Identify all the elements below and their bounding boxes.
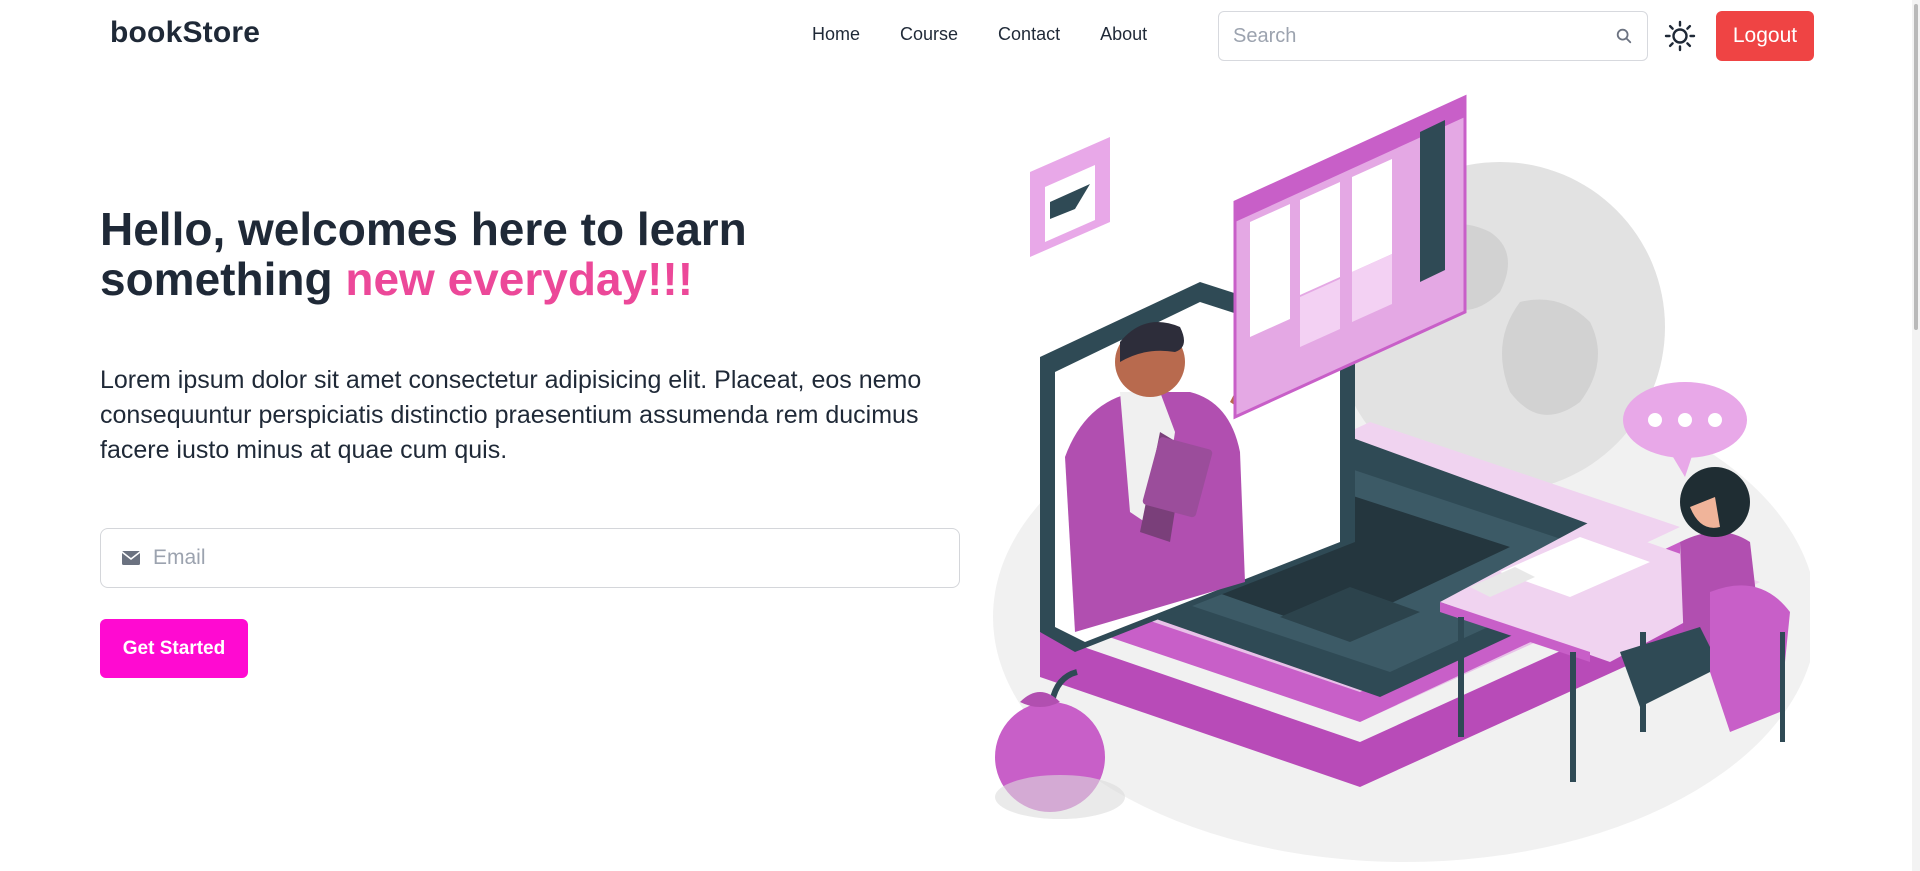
search-icon[interactable] [1615,27,1633,45]
sun-icon[interactable] [1664,20,1696,52]
hero-title: Hello, welcomes here to learn something … [100,204,860,304]
brand-logo[interactable]: bookStore [110,16,260,50]
search-input[interactable] [1233,24,1615,48]
nav-link-contact[interactable]: Contact [998,24,1060,45]
logout-button[interactable]: Logout [1716,11,1814,61]
hero-illustration [993,94,1810,862]
hero-description: Lorem ipsum dolor sit amet consectetur a… [100,366,922,464]
hero-title-accent: new everyday!!! [345,253,694,305]
envelope-icon [121,551,141,565]
nav-links: Home Course Contact About [812,24,1187,45]
email-input[interactable] [153,546,939,570]
navbar: bookStore Home Course Contact About Logo… [0,0,1920,72]
nav-link-course[interactable]: Course [900,24,958,45]
search-box [1218,11,1648,61]
nav-link-about[interactable]: About [1100,24,1147,45]
nav-link-home[interactable]: Home [812,24,860,45]
get-started-button[interactable]: Get Started [100,619,248,678]
scrollbar-thumb[interactable] [1914,4,1918,330]
email-field [100,528,960,588]
